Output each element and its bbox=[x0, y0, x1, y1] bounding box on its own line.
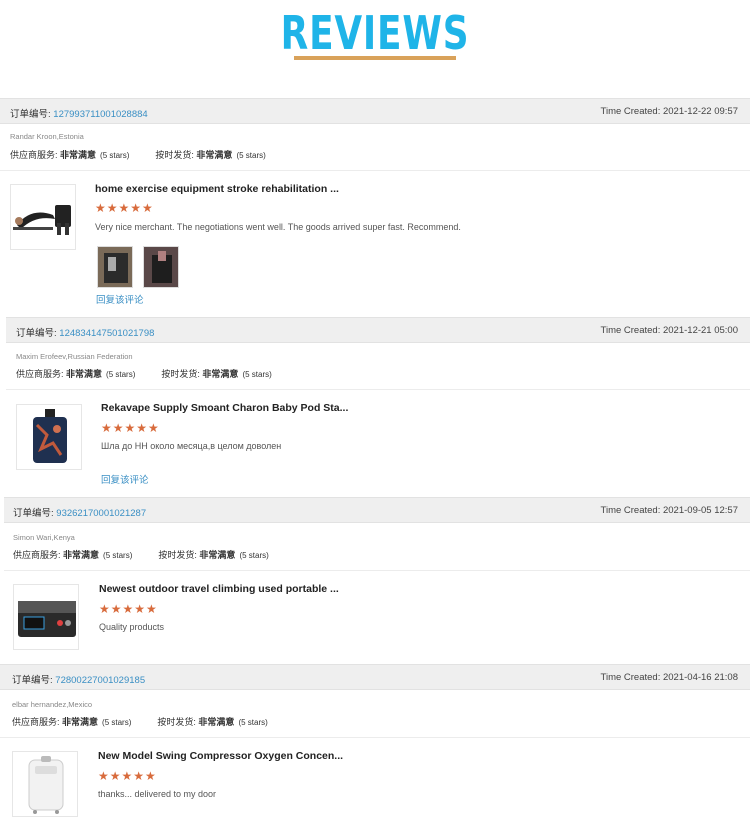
order-number-link[interactable]: 127993711001028884 bbox=[53, 109, 147, 120]
time-created: Time Created: 2021-09-05 12:57 bbox=[600, 505, 738, 516]
buyer-name: Randar Kroon,Estonia bbox=[10, 132, 84, 141]
exercise-machine-icon bbox=[13, 205, 71, 235]
product-thumbnail[interactable] bbox=[13, 584, 79, 650]
product-thumbnail[interactable] bbox=[10, 184, 76, 250]
rating-summary: 供应商服务: 非常满意 (5 stars) 按时发货: 非常满意 (5 stars) bbox=[10, 150, 266, 160]
divider bbox=[4, 570, 750, 571]
order-bar: 订单编号: 72800227001029185 Time Created: 20… bbox=[0, 664, 750, 690]
battery-pack-icon bbox=[18, 601, 76, 637]
review-photo[interactable] bbox=[143, 246, 179, 288]
order-label: 订单编号: bbox=[13, 508, 54, 519]
divider bbox=[0, 170, 750, 171]
order-bar: 订单编号: 127993711001028884 Time Created: 2… bbox=[0, 98, 750, 124]
rating-summary: 供应商服务: 非常满意 (5 stars) 按时发货: 非常满意 (5 stars) bbox=[16, 369, 272, 379]
product-name[interactable]: Newest outdoor travel climbing used port… bbox=[99, 583, 339, 595]
order-number-link[interactable]: 124834147501021798 bbox=[59, 328, 154, 339]
star-rating: ★★★★★ bbox=[95, 201, 154, 215]
page-title: REVIEWS bbox=[280, 6, 470, 60]
reviews-header: REVIEWS bbox=[0, 0, 750, 96]
star-rating: ★★★★★ bbox=[98, 769, 157, 783]
review-comment: thanks... delivered to my door bbox=[98, 789, 217, 799]
order-number-link[interactable]: 72800227001029185 bbox=[55, 675, 145, 686]
reply-link[interactable]: 回复该评论 bbox=[101, 472, 149, 486]
rating-summary: 供应商服务: 非常满意 (5 stars) 按时发货: 非常满意 (5 stars) bbox=[13, 550, 269, 560]
time-created: Time Created: 2021-12-22 09:57 bbox=[600, 106, 738, 117]
order-number: 订单编号: 124834147501021798 bbox=[16, 325, 154, 339]
product-thumbnail[interactable] bbox=[12, 751, 78, 817]
review-comment: Шла до НН около месяца,в целом доволен bbox=[101, 441, 282, 451]
title-underline bbox=[294, 56, 456, 60]
order-number: 订单编号: 72800227001029185 bbox=[12, 672, 145, 686]
photo-icon bbox=[144, 247, 178, 287]
time-created: Time Created: 2021-04-16 21:08 bbox=[600, 672, 738, 683]
review-photo[interactable] bbox=[97, 246, 133, 288]
star-rating: ★★★★★ bbox=[99, 602, 158, 616]
photo-icon bbox=[98, 247, 132, 287]
order-label: 订单编号: bbox=[10, 109, 51, 120]
star-rating: ★★★★★ bbox=[101, 421, 160, 435]
order-bar: 订单编号: 124834147501021798 Time Created: 2… bbox=[6, 317, 750, 343]
product-name[interactable]: New Model Swing Compressor Oxygen Concen… bbox=[98, 750, 343, 762]
order-number-link[interactable]: 93262170001021287 bbox=[56, 508, 146, 519]
order-bar: 订单编号: 93262170001021287 Time Created: 20… bbox=[4, 497, 750, 523]
divider bbox=[0, 737, 750, 738]
product-thumbnail[interactable] bbox=[16, 404, 82, 470]
time-created: Time Created: 2021-12-21 05:00 bbox=[600, 325, 738, 336]
product-name[interactable]: Rekavape Supply Smoant Charon Baby Pod S… bbox=[101, 402, 348, 414]
buyer-name: elbar hernandez,Mexico bbox=[12, 700, 93, 709]
order-number: 订单编号: 93262170001021287 bbox=[13, 505, 146, 519]
oxygen-concentrator-icon bbox=[28, 756, 64, 814]
reply-link[interactable]: 回复该评论 bbox=[96, 292, 144, 306]
product-name[interactable]: home exercise equipment stroke rehabilit… bbox=[95, 183, 339, 195]
order-number: 订单编号: 127993711001028884 bbox=[10, 106, 148, 120]
buyer-name: Simon Wari,Kenya bbox=[13, 533, 75, 542]
order-label: 订单编号: bbox=[12, 675, 53, 686]
buyer-name: Maxim Erofeev,Russian Federation bbox=[16, 352, 133, 361]
rating-summary: 供应商服务: 非常满意 (5 stars) 按时发货: 非常满意 (5 stars) bbox=[12, 717, 268, 727]
order-label: 订单编号: bbox=[16, 328, 57, 339]
vape-pod-icon bbox=[33, 409, 67, 463]
divider bbox=[6, 389, 750, 390]
review-comment: Very nice merchant. The negotiations wen… bbox=[95, 222, 461, 232]
review-comment: Quality products bbox=[99, 622, 165, 632]
